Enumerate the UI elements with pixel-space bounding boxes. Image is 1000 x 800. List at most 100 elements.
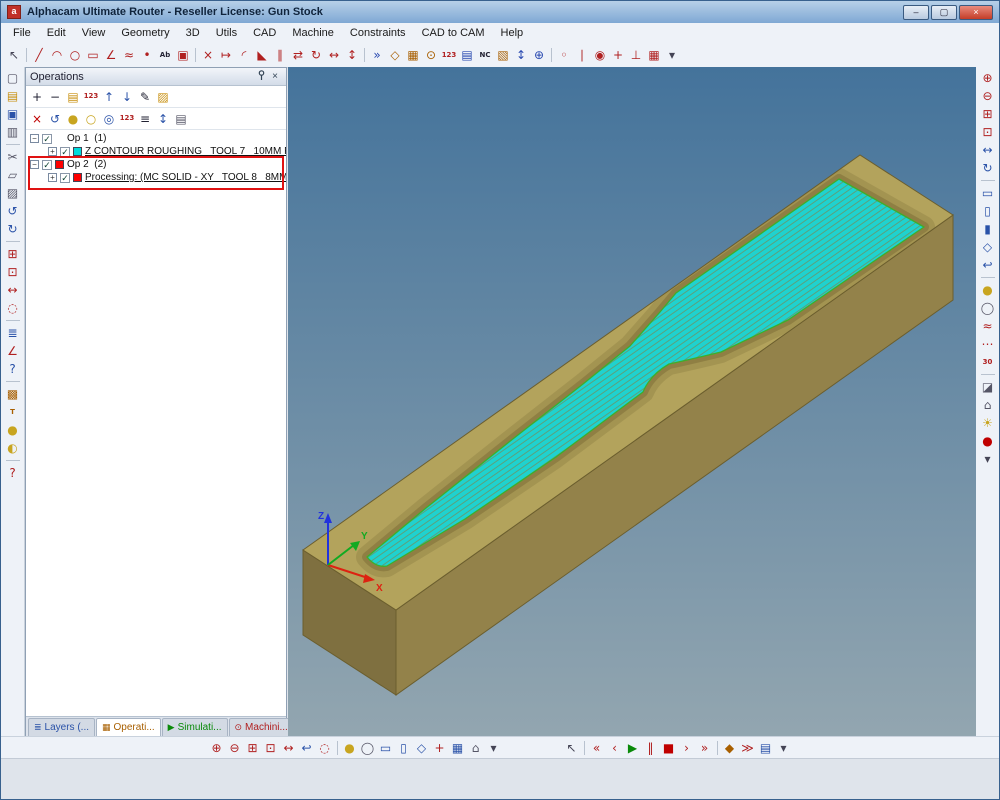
snap-intersection-button[interactable]: + — [609, 46, 627, 64]
snap-perpendicular-button[interactable]: ⊥ — [627, 46, 645, 64]
go-first-button[interactable]: « — [588, 739, 606, 757]
move-button[interactable]: ↔ — [325, 46, 343, 64]
menu-item[interactable]: Constraints — [342, 24, 414, 42]
lock-button[interactable]: ● — [64, 110, 82, 128]
redo-button[interactable]: ↻ — [4, 220, 22, 238]
style-brush-button[interactable]: ▨ — [154, 88, 172, 106]
tab-operations[interactable]: ▦ Operati... — [96, 718, 161, 736]
edit-operation-button[interactable]: ✎ — [136, 88, 154, 106]
expander-icon[interactable]: + — [48, 173, 57, 182]
minimize-button[interactable]: – — [903, 5, 929, 20]
line-button[interactable]: ╱ — [30, 46, 48, 64]
view-options-button[interactable]: ▾ — [979, 450, 997, 468]
expand-all-button[interactable]: + — [28, 88, 46, 106]
menu-item[interactable]: CAD to CAM — [414, 24, 493, 42]
menu-item[interactable]: Geometry — [113, 24, 177, 42]
tab-simulation[interactable]: ▶ Simulati... — [162, 718, 228, 736]
cut-button[interactable]: ✂ — [4, 148, 22, 166]
play-simulation-button[interactable]: ▶ — [624, 739, 642, 757]
unlock-button[interactable]: ○ — [82, 110, 100, 128]
mirror-button[interactable]: ⇄ — [289, 46, 307, 64]
batch-list-button[interactable]: ≡ — [136, 110, 154, 128]
bounding-box-button[interactable]: ▣ — [174, 46, 192, 64]
menu-item[interactable]: File — [5, 24, 39, 42]
open-button[interactable]: ▤ — [4, 87, 22, 105]
step-back-button[interactable]: ‹ — [606, 739, 624, 757]
view-iso-button[interactable]: ◇ — [979, 238, 997, 256]
zoom-extents-button[interactable]: ⊡ — [979, 123, 997, 141]
layers-button[interactable]: ≣ — [4, 324, 22, 342]
nc-code-button[interactable]: NC — [476, 46, 494, 64]
checkbox[interactable]: ✓ — [42, 134, 52, 144]
shaded-button[interactable]: ● — [341, 739, 359, 757]
zoom-out-button[interactable]: ⊖ — [979, 87, 997, 105]
query-button[interactable]: ? — [4, 360, 22, 378]
step-forward-button[interactable]: › — [678, 739, 696, 757]
move-down-button[interactable]: ↓ — [118, 88, 136, 106]
undo-button[interactable]: ↺ — [4, 202, 22, 220]
wireframe-button[interactable]: ◯ — [979, 299, 997, 317]
new-folder-button[interactable]: ▤ — [64, 88, 82, 106]
spline-button[interactable]: ≈ — [120, 46, 138, 64]
extend-button[interactable]: ↦ — [217, 46, 235, 64]
checkbox[interactable]: ✓ — [42, 160, 52, 170]
fast-forward-button[interactable]: ≫ — [739, 739, 757, 757]
checkbox[interactable]: ✓ — [60, 147, 70, 157]
section-button[interactable]: ◪ — [979, 378, 997, 396]
redraw-button[interactable]: ◌ — [316, 739, 334, 757]
tree-row-op1[interactable]: − ✓ Op 1 (1) — [26, 132, 286, 145]
copy-button[interactable]: ▱ — [4, 166, 22, 184]
tree-row-op2-toolpath[interactable]: + ✓ Processing: (MC SOLID - XY TOOL 8 8M… — [26, 171, 286, 184]
grid-button[interactable]: ▦ — [449, 739, 467, 757]
zoom-out-button[interactable]: ⊖ — [226, 739, 244, 757]
stop-simulation-button[interactable]: ■ — [660, 739, 678, 757]
drilling-button[interactable]: ⊙ — [422, 46, 440, 64]
expander-icon[interactable]: − — [30, 160, 39, 169]
pin-icon[interactable] — [254, 70, 268, 83]
pause-simulation-button[interactable]: ‖ — [642, 739, 660, 757]
view-front-button[interactable]: ▯ — [395, 739, 413, 757]
pan-button[interactable]: ↔ — [979, 141, 997, 159]
tool-library-button[interactable]: T — [4, 403, 22, 421]
perspective-button[interactable]: ⌂ — [979, 396, 997, 414]
new-drawing-button[interactable]: ▢ — [4, 69, 22, 87]
menu-item[interactable]: Edit — [39, 24, 74, 42]
toolbar-options-button[interactable]: ▾ — [663, 46, 681, 64]
zoom-in-button[interactable]: ⊕ — [208, 739, 226, 757]
snap-center-button[interactable]: ◉ — [591, 46, 609, 64]
zoom-all-button[interactable]: ⊡ — [4, 263, 22, 281]
ordering-button[interactable]: ↕ — [512, 46, 530, 64]
offset-button[interactable]: ∥ — [271, 46, 289, 64]
snap-grid-button[interactable]: ▦ — [645, 46, 663, 64]
tab-machining[interactable]: ⊙ Machini... — [229, 718, 294, 736]
rotate-button[interactable]: ↻ — [307, 46, 325, 64]
select-button[interactable]: ↖ — [5, 46, 23, 64]
zoom-all-button[interactable]: ⊡ — [262, 739, 280, 757]
numbering-button[interactable]: 123 — [440, 46, 458, 64]
view-top-button[interactable]: ▭ — [979, 184, 997, 202]
perspective-button[interactable]: ⌂ — [467, 739, 485, 757]
text-button[interactable]: Ab — [156, 46, 174, 64]
view-top-button[interactable]: ▭ — [377, 739, 395, 757]
list-view-button[interactable]: ▤ — [172, 110, 190, 128]
view-front-button[interactable]: ▯ — [979, 202, 997, 220]
polyline-button[interactable]: ∠ — [102, 46, 120, 64]
snap-midpoint-button[interactable]: ∣ — [573, 46, 591, 64]
wireframe-button[interactable]: ◯ — [359, 739, 377, 757]
fillet-button[interactable]: ◜ — [235, 46, 253, 64]
solid-simulation-button[interactable]: ◆ — [721, 739, 739, 757]
expander-icon[interactable]: − — [30, 134, 39, 143]
tool-directions-button[interactable]: » — [368, 46, 386, 64]
previous-view-button[interactable]: ↩ — [979, 256, 997, 274]
menu-item[interactable]: Machine — [284, 24, 342, 42]
arc-button[interactable]: ◠ — [48, 46, 66, 64]
save-button[interactable]: ▣ — [4, 105, 22, 123]
shaded-button[interactable]: ● — [979, 281, 997, 299]
tool-change-button[interactable]: ⊕ — [530, 46, 548, 64]
trim-button[interactable]: × — [199, 46, 217, 64]
checkbox[interactable]: ✓ — [60, 173, 70, 183]
zoom-window-button[interactable]: ⊞ — [4, 245, 22, 263]
go-last-button[interactable]: » — [696, 739, 714, 757]
pan-button[interactable]: ↔ — [4, 281, 22, 299]
expander-icon[interactable]: + — [48, 147, 57, 156]
